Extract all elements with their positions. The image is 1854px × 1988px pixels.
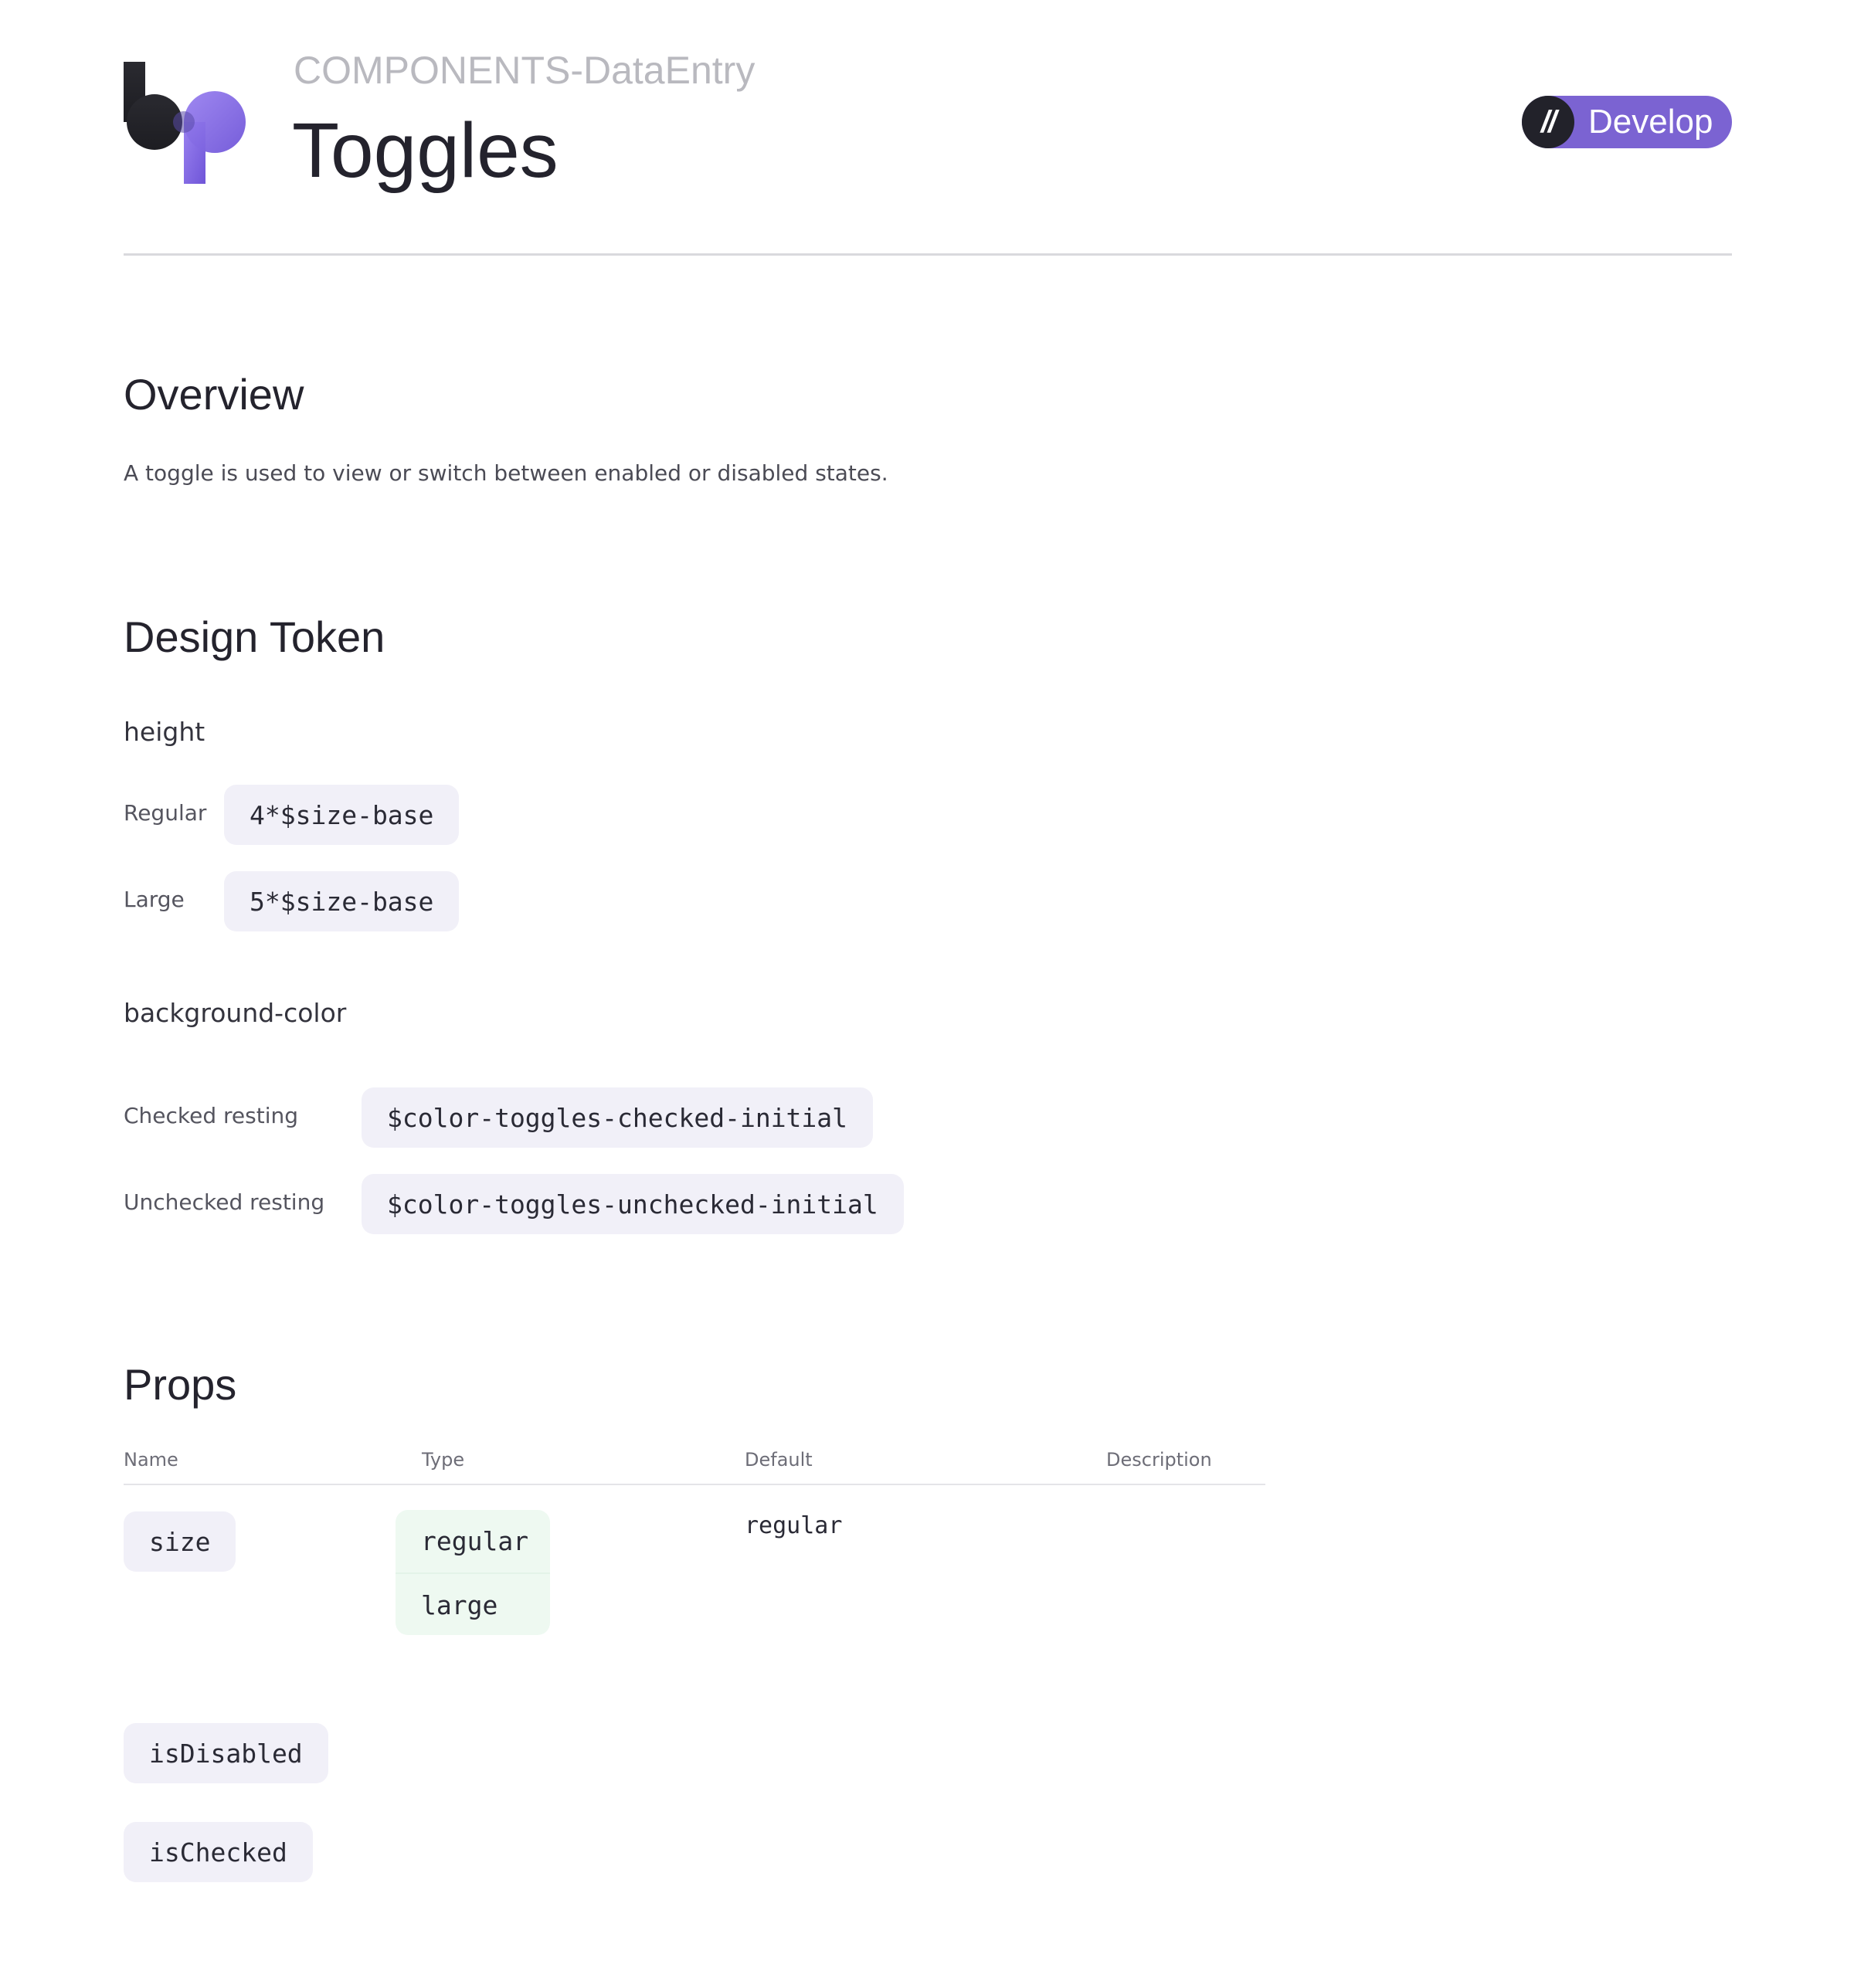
slash-icon: // (1522, 96, 1574, 148)
props-title: Props (124, 1360, 237, 1409)
token-value-unchecked-resting: $color-toggles-unchecked-initial (362, 1174, 904, 1234)
bp-logo-icon (124, 62, 246, 184)
develop-badge-label: Develop (1588, 103, 1713, 141)
page: COMPONENTS-DataEntry Toggles // Develop … (0, 0, 1854, 1988)
prop-name-ischecked: isChecked (124, 1822, 313, 1882)
token-label-unchecked-resting: Unchecked resting (124, 1189, 325, 1215)
props-header-default: Default (745, 1449, 813, 1471)
overview-description: A toggle is used to view or switch betwe… (124, 460, 888, 486)
prop-type-size: regular large (396, 1510, 550, 1635)
token-value-regular-height: 4*$size-base (224, 785, 460, 845)
token-label-checked-resting: Checked resting (124, 1103, 299, 1128)
prop-type-option-large: large (396, 1572, 550, 1635)
overview-title: Overview (124, 370, 304, 419)
token-label-regular: Regular (124, 800, 207, 826)
token-value-checked-resting: $color-toggles-checked-initial (362, 1087, 874, 1148)
props-header-name: Name (124, 1449, 178, 1471)
props-header-description: Description (1106, 1449, 1212, 1471)
props-table-divider (124, 1484, 1265, 1485)
breadcrumb: COMPONENTS-DataEntry (294, 49, 756, 92)
height-token-title: height (124, 717, 205, 747)
background-color-token-title: background-color (124, 998, 347, 1028)
page-title: Toggles (292, 107, 559, 194)
design-token-title: Design Token (124, 612, 385, 661)
prop-type-option-regular: regular (421, 1526, 529, 1556)
header-divider (124, 253, 1732, 256)
token-value-large-height: 5*$size-base (224, 871, 460, 931)
prop-default-size: regular (745, 1512, 843, 1539)
token-label-large: Large (124, 887, 185, 912)
develop-badge[interactable]: // Develop (1522, 96, 1732, 148)
prop-name-size: size (124, 1511, 236, 1572)
props-header-type: Type (422, 1449, 465, 1471)
prop-name-isdisabled: isDisabled (124, 1723, 328, 1783)
